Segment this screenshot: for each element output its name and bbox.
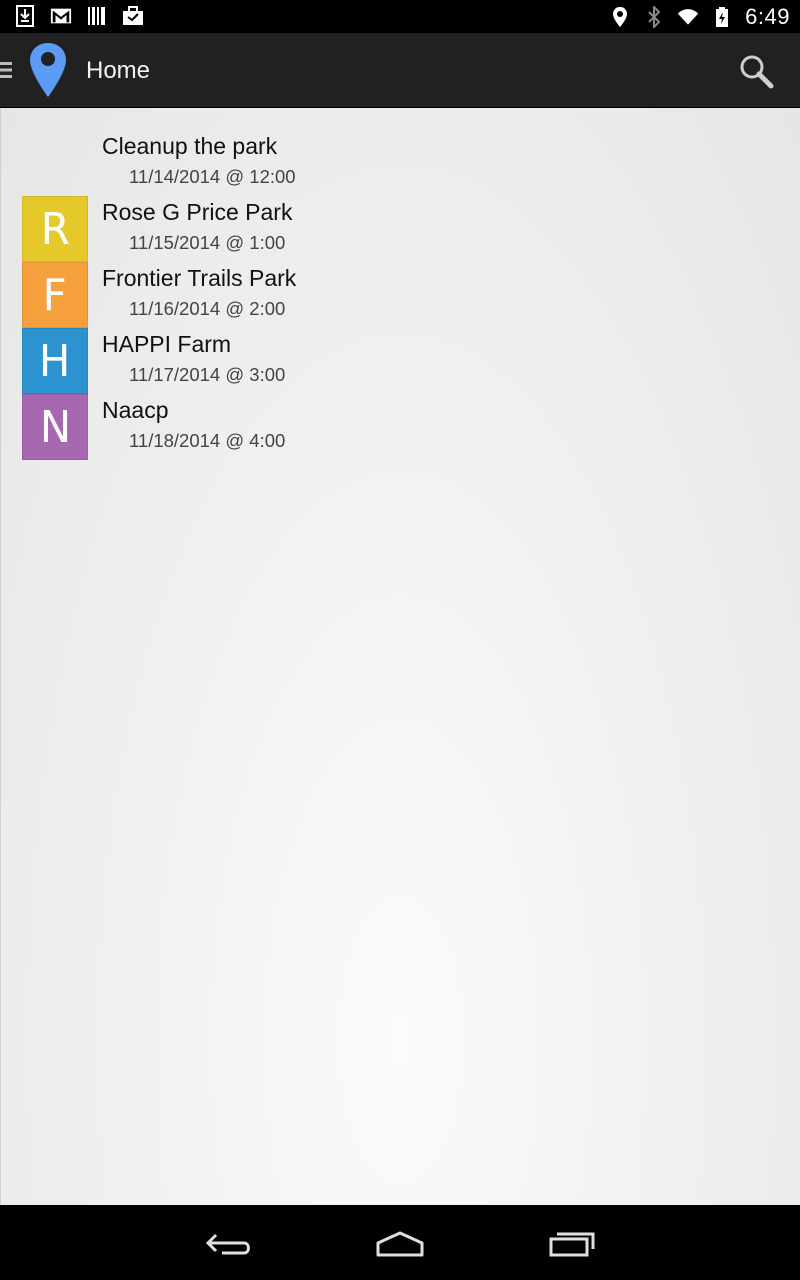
back-icon[interactable] <box>200 1223 260 1263</box>
event-name: Naacp <box>102 397 169 423</box>
event-date: 11/17/2014 @ 3:00 <box>129 364 286 385</box>
event-row-frontier-trails-park[interactable]: F Frontier Trails Park 11/16/2014 @ 2:00 <box>1 262 800 328</box>
home-icon[interactable] <box>370 1223 430 1263</box>
avatar-letter: F <box>42 269 68 321</box>
system-icons: 6:49 <box>609 4 790 30</box>
event-avatar: R <box>22 196 88 262</box>
battery-icon <box>711 6 733 28</box>
event-row-naacp[interactable]: N Naacp 11/18/2014 @ 4:00 <box>1 394 800 460</box>
event-avatar: H <box>22 328 88 394</box>
wifi-icon <box>677 6 699 28</box>
event-avatar: F <box>22 262 88 328</box>
notification-icons <box>14 5 144 27</box>
event-date: 11/18/2014 @ 4:00 <box>129 430 286 451</box>
navigation-bar <box>0 1205 800 1280</box>
avatar-letter: H <box>39 335 71 387</box>
event-name: Cleanup the park <box>102 133 278 159</box>
avatar-letter: R <box>40 203 70 255</box>
content-area: Cleanup the park 11/14/2014 @ 12:00 R Ro… <box>0 108 800 1205</box>
event-list: Cleanup the park 11/14/2014 @ 12:00 R Ro… <box>1 130 800 460</box>
search-icon[interactable] <box>738 53 774 89</box>
event-date: 11/15/2014 @ 1:00 <box>129 232 286 253</box>
location-icon <box>609 6 631 28</box>
page-title: Home <box>86 57 151 84</box>
drawer-menu-icon[interactable] <box>0 61 14 79</box>
download-icon <box>14 5 36 27</box>
event-row-cleanup[interactable]: Cleanup the park 11/14/2014 @ 12:00 <box>1 130 800 196</box>
briefcase-icon <box>122 5 144 27</box>
avatar-letter: N <box>39 401 71 453</box>
event-row-happi-farm[interactable]: H HAPPI Farm 11/17/2014 @ 3:00 <box>1 328 800 394</box>
app-logo-icon[interactable] <box>28 41 68 99</box>
status-bar: 6:49 <box>0 0 800 33</box>
event-date: 11/16/2014 @ 2:00 <box>129 298 286 319</box>
event-avatar: N <box>22 394 88 460</box>
event-date: 11/14/2014 @ 12:00 <box>129 166 296 187</box>
event-name: Frontier Trails Park <box>102 265 297 291</box>
barcode-icon <box>86 5 108 27</box>
recent-apps-icon[interactable] <box>541 1223 601 1263</box>
event-name: Rose G Price Park <box>102 199 293 225</box>
clock: 6:49 <box>745 4 790 29</box>
gmail-icon <box>50 5 72 27</box>
bluetooth-icon <box>643 6 665 28</box>
event-row-rose-g-price-park[interactable]: R Rose G Price Park 11/15/2014 @ 1:00 <box>1 196 800 262</box>
action-bar: Home <box>0 33 800 108</box>
event-name: HAPPI Farm <box>102 331 232 357</box>
screen: 6:49 Home Cleanup the park 11/14/2014 @ … <box>0 0 800 1280</box>
